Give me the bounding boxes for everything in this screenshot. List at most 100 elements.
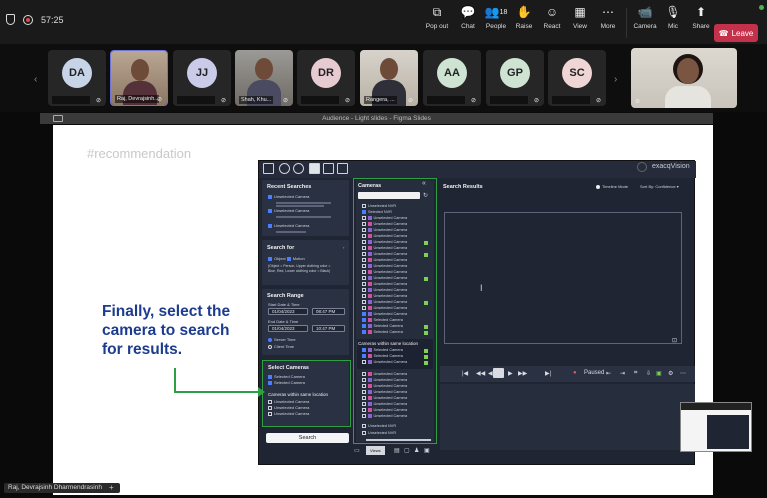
camera-row[interactable]: Unselected Camera (362, 288, 428, 293)
camera-item[interactable]: Unselected Camera (268, 411, 309, 417)
chat-button[interactable]: 💬 Chat (454, 4, 482, 38)
pause-button[interactable] (493, 368, 504, 378)
popout-button[interactable]: ⧉ Pop out (420, 4, 454, 38)
participant-tile[interactable]: SC ⊘ (548, 50, 606, 106)
camera-row[interactable]: Unselected Camera (362, 222, 428, 227)
monitor-icon[interactable]: ▢ (404, 448, 410, 454)
client-time-radio[interactable]: Client Time (268, 344, 294, 350)
camera-row[interactable]: Unselected Camera (362, 258, 428, 263)
camera-row[interactable]: Unselected Camera (362, 240, 428, 245)
sort-dropdown[interactable]: Sort By: Confidence ▾ (640, 184, 679, 190)
camera-button[interactable]: 📹 Camera (631, 4, 659, 38)
camera-row[interactable]: Unselected Camera (362, 234, 428, 239)
selected-camera-row[interactable]: Selected Camera (362, 324, 428, 329)
chevron-left-icon[interactable]: ‹ (34, 74, 37, 85)
participant-tile[interactable]: GP ⊘ (486, 50, 544, 106)
download-icon[interactable]: ▣ (656, 370, 662, 377)
self-preview-thumbnail[interactable] (680, 402, 752, 452)
nvr-group[interactable]: Unselected NVR (362, 431, 428, 436)
chat-icon[interactable]: ▤ (394, 448, 400, 454)
participant-tile[interactable]: DR ⊘ (297, 50, 355, 106)
nvr-group[interactable]: Unselected NVR (362, 424, 428, 429)
plus-icon[interactable]: + (109, 483, 114, 492)
camera-row[interactable]: Unselected Camera (362, 276, 428, 281)
user-icon[interactable]: ♟ (414, 448, 419, 454)
play-icon[interactable]: ▶ (508, 370, 513, 377)
record-icon[interactable]: ● (573, 370, 577, 376)
more-button[interactable]: ⋯ More (594, 4, 622, 38)
overflow-icon[interactable]: ⋯ (680, 370, 686, 377)
camera-row[interactable]: Unselected Camera (362, 408, 428, 413)
step-back-icon[interactable]: ◀ (488, 370, 493, 377)
recent-search-item[interactable]: Unselected Camera (268, 194, 309, 200)
camera-row[interactable]: Unselected Camera (362, 282, 428, 287)
camera-row[interactable]: Unselected Camera (362, 402, 428, 407)
camera-row[interactable]: Selected Camera (362, 348, 428, 353)
search-button[interactable]: Search (266, 433, 349, 443)
camera-row[interactable]: Unselected Camera (362, 372, 428, 377)
nvr-group[interactable]: Selected NVR (362, 210, 428, 215)
camera-row[interactable]: Unselected Camera (362, 396, 428, 401)
refresh-icon[interactable]: ↻ (423, 193, 428, 199)
end-time-field[interactable]: 10:47 PM (312, 325, 345, 332)
people-button[interactable]: 👥 18 People (482, 4, 510, 38)
camera-row[interactable]: Selected Camera (362, 354, 428, 359)
camera-row[interactable]: Unselected Camera (362, 384, 428, 389)
camera-row[interactable]: Unselected Camera (362, 264, 428, 269)
export-icon[interactable]: ⇩ (646, 370, 651, 377)
participant-tile[interactable]: DA ⊘ (48, 50, 106, 106)
camera-row[interactable]: Unselected Camera (362, 216, 428, 221)
timeline-mode-toggle[interactable]: Timeline Mode (596, 184, 628, 190)
camera-row[interactable]: Unselected Camera (362, 414, 428, 419)
skip-end-icon[interactable]: ▶| (545, 370, 551, 377)
camera-row[interactable]: Unselected Camera (362, 246, 428, 251)
view-button[interactable]: ▦ View (566, 4, 594, 38)
self-video-tile[interactable]: ⊘ (631, 48, 737, 108)
participant-tile[interactable]: AA ⊘ (423, 50, 481, 106)
camera-row[interactable]: Unselected Camera (362, 228, 428, 233)
rewind-fast-icon[interactable]: ◀◀ (476, 370, 485, 377)
fullscreen-icon[interactable]: ⊡ (672, 338, 677, 344)
clip-icon[interactable]: ⌗ (634, 370, 637, 377)
views-tab[interactable]: Views (366, 446, 385, 455)
leave-button[interactable]: ☎ Leave (714, 24, 758, 42)
mic-button[interactable]: 🎙 Mic (659, 4, 687, 38)
recent-search-item[interactable]: Unselected Camera (268, 208, 309, 214)
chevron-right-icon[interactable]: › (614, 74, 617, 85)
camera-search-input[interactable] (358, 192, 420, 199)
forward-icon[interactable]: ⇥ (620, 370, 625, 377)
collapse-icon[interactable]: « (422, 180, 426, 187)
camera-row[interactable]: Unselected Camera (362, 312, 428, 317)
selected-camera-row[interactable]: Selected Camera (362, 318, 428, 323)
lock-icon[interactable]: ▣ (424, 448, 430, 454)
participant-tile[interactable]: Raj, Devrajsinh... ⊘ (110, 50, 168, 106)
start-date-field[interactable]: 01/04/2023 (268, 308, 308, 315)
start-time-field[interactable]: 08:47 PM (312, 308, 345, 315)
recent-search-item[interactable]: Unselected Camera (268, 223, 309, 229)
camera-row[interactable]: Unselected Camera (362, 294, 428, 299)
camera-row[interactable]: Unselected Camera (362, 390, 428, 395)
participant-tile[interactable]: Shah, Khu... ⊘ (235, 50, 293, 106)
skip-start-icon[interactable]: |◀ (462, 370, 468, 377)
camera-row[interactable]: Unselected Camera (362, 252, 428, 257)
nvr-group[interactable]: Unselected NVR (362, 204, 428, 209)
participant-tile[interactable]: JJ ⊘ (173, 50, 231, 106)
end-date-field[interactable]: 01/04/2023 (268, 325, 308, 332)
selected-camera-row[interactable]: Selected Camera (362, 330, 428, 335)
camera-row[interactable]: Unselected Camera (362, 306, 428, 311)
camera-row[interactable]: Unselected Camera (362, 300, 428, 305)
settings-icon[interactable]: ⚙ (668, 370, 673, 377)
server-time-radio[interactable]: Server Time (268, 337, 296, 343)
camera-row[interactable]: Unselected Camera (362, 360, 428, 365)
camera-row[interactable]: Unselected Camera (362, 378, 428, 383)
fast-forward-icon[interactable]: ▶▶ (518, 370, 527, 377)
search-options[interactable]: Object Motion (268, 256, 305, 262)
rewind-icon[interactable]: ⇤ (606, 370, 611, 377)
raise-hand-button[interactable]: ✋ Raise (510, 4, 538, 38)
share-button[interactable]: ⬆ Share (687, 4, 715, 38)
chevron-right-icon[interactable]: › (343, 245, 344, 251)
camera-row[interactable]: Unselected Camera (362, 270, 428, 275)
selected-camera-item[interactable]: Selected Camera (268, 380, 305, 386)
react-button[interactable]: ☺ React (538, 4, 566, 38)
participant-tile[interactable]: Rangera, ... ⊘ (360, 50, 418, 106)
